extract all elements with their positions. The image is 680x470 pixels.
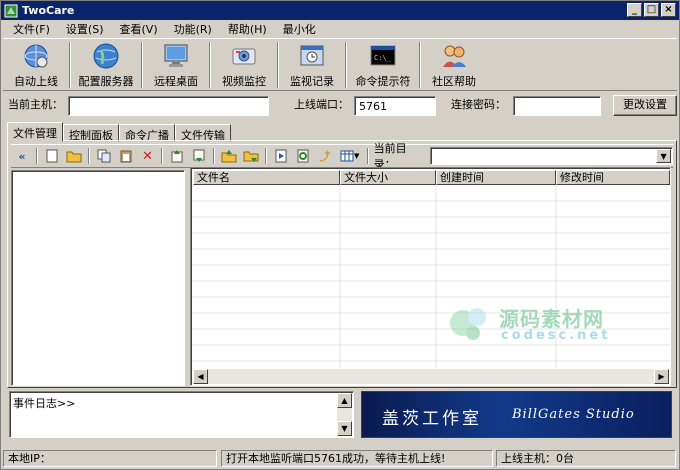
change-settings-button[interactable]: 更改设置 (613, 95, 677, 116)
toolbar-separator (213, 148, 216, 164)
title-bar[interactable]: TwoCare _ □ × (1, 1, 679, 20)
horizontal-scrollbar[interactable]: ◀ ▶ (193, 369, 669, 384)
video-monitor-button[interactable]: 视频监控 (211, 39, 277, 90)
up-directory-icon[interactable]: ⤴ (316, 148, 334, 164)
community-help-icon (443, 45, 466, 67)
main-window: TwoCare _ □ × 文件(F) 设置(S) 查看(V) 功能(R) 帮助… (0, 0, 680, 470)
menu-view[interactable]: 查看(V) (112, 21, 166, 37)
maximize-button[interactable]: □ (644, 3, 659, 17)
file-list[interactable]: 文件名 文件大小 创建时间 修改时间 ◀ ▶ (190, 167, 671, 386)
main-toolbar: 自动上线 配置服务器 远程桌面 视频监控 监视记录 C:\_ 命令提示符 社区帮… (3, 38, 677, 91)
studio-banner: 盖茨工作室 BillGates Studio (361, 391, 672, 438)
status-local-ip: 本地IP： (3, 450, 217, 467)
status-online-hosts: 上线主机：0台 (496, 450, 676, 467)
watermark-subtext: codesc.net (501, 328, 611, 343)
current-dir-combobox[interactable]: ▼ (430, 147, 674, 165)
upload-icon[interactable] (168, 148, 186, 164)
column-header-filesize[interactable]: 文件大小 (340, 170, 436, 185)
menu-help[interactable]: 帮助(H) (220, 21, 275, 37)
event-log-text: 事件日志>> (13, 397, 76, 410)
back-icon[interactable]: « (13, 148, 31, 164)
file-list-header: 文件名 文件大小 创建时间 修改时间 (193, 170, 670, 185)
menu-function[interactable]: 功能(R) (166, 21, 220, 37)
scroll-left-icon[interactable]: ◀ (193, 369, 208, 384)
remote-desktop-button[interactable]: 远程桌面 (143, 39, 209, 90)
password-field[interactable] (513, 96, 601, 116)
current-host-field[interactable] (68, 96, 269, 116)
new-file-icon[interactable] (43, 148, 61, 164)
current-host-label: 当前主机： (8, 98, 63, 111)
download-icon[interactable] (190, 148, 208, 164)
auto-online-icon (24, 44, 48, 68)
toolbar-label: 命令提示符 (355, 75, 411, 88)
monitor-log-icon (300, 45, 324, 66)
toolbar-separator (366, 148, 369, 164)
download-folder-icon[interactable] (242, 148, 260, 164)
upload-folder-icon[interactable] (220, 148, 238, 164)
minimize-button[interactable]: _ (627, 3, 642, 17)
port-label: 上线端口： (294, 98, 349, 111)
window-title: TwoCare (22, 4, 75, 17)
password-label: 连接密码： (451, 98, 506, 111)
svg-text:C:\_: C:\_ (374, 54, 392, 62)
monitor-log-button[interactable]: 监视记录 (279, 39, 345, 90)
video-monitor-icon (232, 48, 256, 65)
chevron-down-icon[interactable]: ▼ (656, 149, 672, 163)
vertical-scrollbar[interactable]: ▲ ▼ (337, 393, 352, 436)
toolbar-label: 配置服务器 (78, 75, 134, 88)
file-toolbar: « ✕ ⤴ ▼ 当前目录： ▼ (11, 142, 674, 171)
refresh-icon[interactable] (294, 148, 312, 164)
event-log[interactable]: 事件日志>> ▲ ▼ (9, 391, 354, 438)
toolbar-separator (161, 148, 164, 164)
copy-icon[interactable] (95, 148, 113, 164)
column-header-modified[interactable]: 修改时间 (556, 170, 670, 185)
menu-minimize[interactable]: 最小化 (275, 21, 324, 37)
status-message: 打开本地监听端口5761成功，等待主机上线! (221, 450, 493, 467)
host-settings-bar: 当前主机： 上线端口： 5761 连接密码： 更改设置 (1, 94, 679, 118)
delete-icon[interactable]: ✕ (139, 148, 157, 164)
folder-tree[interactable] (11, 170, 185, 386)
toolbar-label: 自动上线 (14, 75, 58, 88)
scroll-right-icon[interactable]: ▶ (654, 369, 669, 384)
view-mode-dropdown[interactable]: ▼ (338, 148, 362, 164)
toolbar-separator (265, 148, 268, 164)
paste-icon[interactable] (117, 148, 135, 164)
scroll-up-icon[interactable]: ▲ (337, 393, 352, 408)
scroll-down-icon[interactable]: ▼ (337, 421, 352, 436)
banner-chinese-text: 盖茨工作室 (382, 409, 482, 429)
app-icon (4, 4, 18, 17)
toolbar-label: 视频监控 (222, 75, 266, 88)
command-prompt-icon: C:\_ (370, 45, 396, 66)
open-folder-icon[interactable] (65, 148, 83, 164)
tab-strip: 文件管理 控制面板 命令广播 文件传输 (7, 122, 231, 142)
port-field[interactable]: 5761 (354, 96, 436, 116)
status-bar: 本地IP： 打开本地监听端口5761成功，等待主机上线! 上线主机：0台 (1, 448, 679, 469)
toolbar-label: 远程桌面 (154, 75, 198, 88)
run-file-icon[interactable] (272, 148, 290, 164)
menu-file[interactable]: 文件(F) (5, 21, 58, 37)
remote-desktop-icon (164, 44, 188, 67)
column-header-created[interactable]: 创建时间 (436, 170, 556, 185)
toolbar-separator (87, 148, 90, 164)
config-server-icon (93, 43, 119, 69)
tab-file-manager[interactable]: 文件管理 (7, 122, 63, 142)
menu-settings[interactable]: 设置(S) (58, 21, 112, 37)
column-header-filename[interactable]: 文件名 (193, 170, 340, 185)
toolbar-label: 监视记录 (290, 75, 334, 88)
command-prompt-button[interactable]: C:\_ 命令提示符 (347, 39, 419, 90)
toolbar-separator (35, 148, 38, 164)
menu-bar: 文件(F) 设置(S) 查看(V) 功能(R) 帮助(H) 最小化 (1, 20, 679, 38)
community-help-button[interactable]: 社区帮助 (421, 39, 487, 90)
banner-english-text: BillGates Studio (512, 407, 635, 422)
close-button[interactable]: × (661, 3, 676, 17)
config-server-button[interactable]: 配置服务器 (71, 39, 141, 90)
toolbar-label: 社区帮助 (432, 75, 476, 88)
auto-online-button[interactable]: 自动上线 (3, 39, 69, 90)
